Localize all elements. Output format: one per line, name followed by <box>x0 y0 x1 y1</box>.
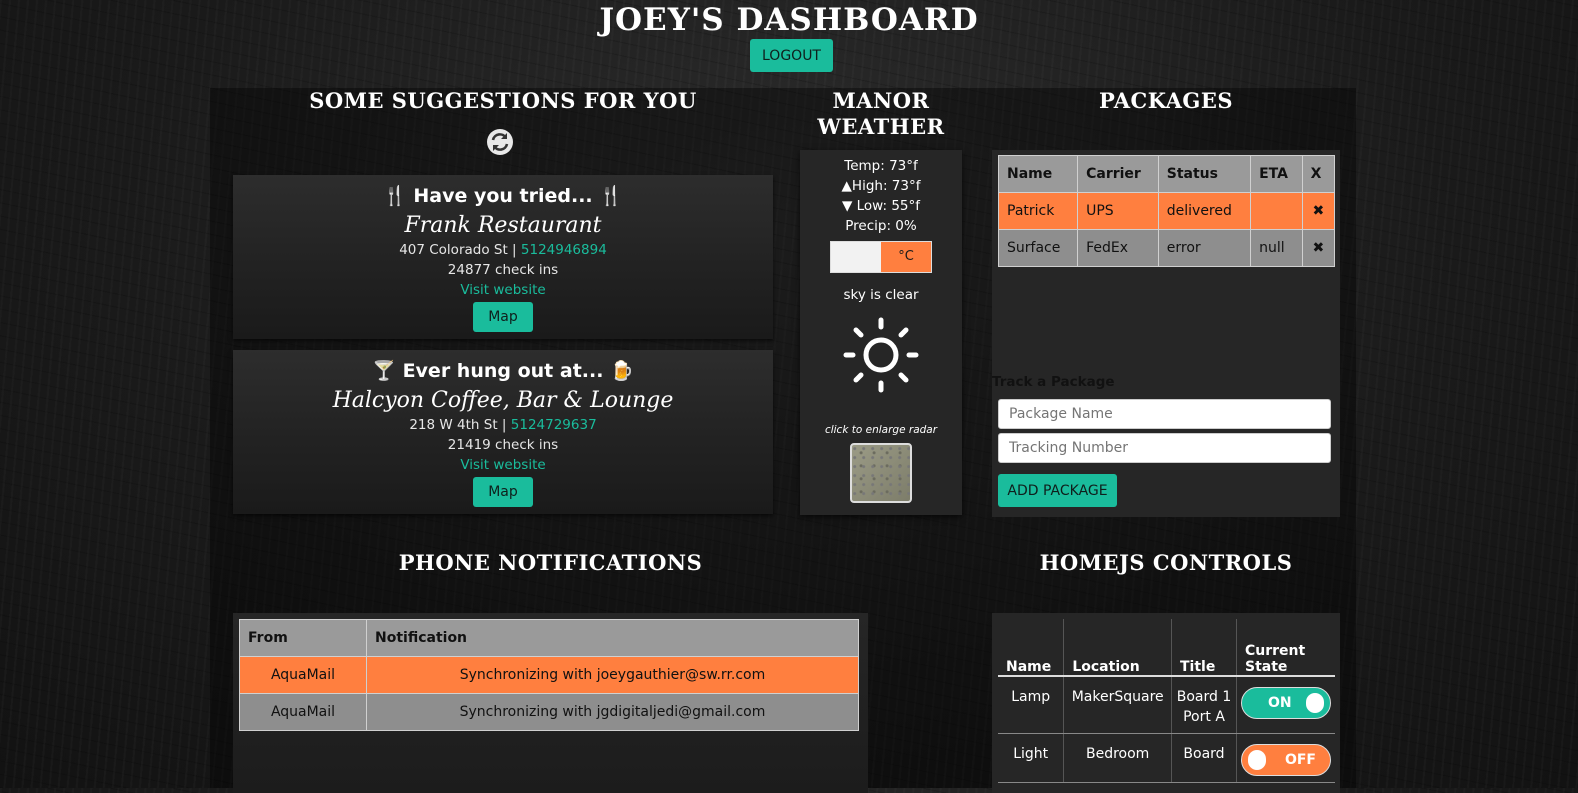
weather-temp: Temp: 73°f <box>844 158 918 174</box>
suggestion-prompt: 🍸 Ever hung out at... 🍺 <box>372 360 634 382</box>
refresh-icon[interactable] <box>486 128 514 156</box>
suggestion-card: 🍴 Have you tried... 🍴 Frank Restaurant 4… <box>233 175 773 339</box>
weather-precip: Precip: 0% <box>845 218 917 234</box>
device-toggle[interactable]: ON <box>1241 687 1331 719</box>
notifications-heading: PHONE NOTIFICATIONS <box>398 550 703 575</box>
logout-button[interactable]: LOGOUT <box>750 39 833 72</box>
place-name: Frank Restaurant <box>404 213 602 238</box>
device-toggle[interactable]: OFF <box>1241 744 1331 776</box>
table-row: Lamp MakerSquare Board 1 Port A ON <box>998 676 1335 734</box>
notifications-panel: From Notification AquaMail Synchronizing… <box>233 613 868 793</box>
column-header: Name <box>998 619 1065 677</box>
place-phone-link[interactable]: 5124729637 <box>511 417 597 433</box>
map-button[interactable]: Map <box>473 302 533 332</box>
suggestion-prompt: 🍴 Have you tried... 🍴 <box>383 185 623 207</box>
column-header: ETA <box>1250 155 1303 193</box>
weather-condition: sky is clear <box>843 287 919 303</box>
sun-icon <box>843 317 919 393</box>
track-package-label: Track a Package <box>992 374 1115 390</box>
package-name-input[interactable] <box>998 399 1331 429</box>
toggle-knob <box>1306 693 1324 713</box>
address-separator: | <box>507 242 521 258</box>
packages-panel: Name Carrier Status ETA X Patrick UPS de… <box>992 150 1340 517</box>
table-row: Surface FedEx error null ✖ <box>997 229 1336 267</box>
place-checkins: 21419 check ins <box>447 437 559 453</box>
table-row: Patrick UPS delivered ✖ <box>997 192 1336 230</box>
column-header: Carrier <box>1077 155 1159 193</box>
toggle-knob <box>1248 750 1266 770</box>
column-header: Location <box>1063 619 1172 677</box>
fork-knife-icon: 🍴 <box>599 185 623 207</box>
visit-website-link[interactable]: Visit website <box>460 457 545 473</box>
fork-knife-icon: 🍴 <box>383 185 407 207</box>
table-row: AquaMail Synchronizing with jgdigitaljed… <box>239 693 859 731</box>
table-header-row: Name Carrier Status ETA X <box>997 155 1336 193</box>
tracking-number-input[interactable] <box>998 433 1331 463</box>
weather-panel: Temp: 73°f ▲High: 73°f ▼ Low: 55°f Preci… <box>800 150 962 515</box>
delete-package-icon[interactable]: ✖ <box>1301 192 1336 230</box>
unit-toggle[interactable]: °C <box>830 241 932 273</box>
place-checkins: 24877 check ins <box>447 262 559 278</box>
suggestion-card: 🍸 Ever hung out at... 🍺 Halcyon Coffee, … <box>233 350 773 514</box>
column-header: X <box>1301 155 1336 193</box>
cocktail-icon: 🍸 <box>372 360 396 382</box>
radar-thumbnail[interactable] <box>850 443 912 503</box>
visit-website-link[interactable]: Visit website <box>460 282 545 298</box>
unit-toggle-label: °C <box>881 242 931 272</box>
column-header: Notification <box>366 619 859 657</box>
column-header: Current State <box>1236 619 1335 677</box>
weather-high: ▲High: 73°f <box>841 178 921 194</box>
place-address: 407 Colorado St <box>399 242 508 258</box>
delete-package-icon[interactable]: ✖ <box>1301 229 1336 267</box>
table-header-row: Name Location Title Current State <box>998 619 1335 677</box>
place-name: Halcyon Coffee, Bar & Lounge <box>332 388 674 413</box>
place-address-line: 407 Colorado St | 5124946894 <box>233 242 773 258</box>
page-title: JOEY'S DASHBOARD <box>599 2 979 38</box>
suggestions-heading: SOME SUGGESTIONS FOR YOU <box>309 88 697 113</box>
packages-heading: PACKAGES <box>1098 88 1234 113</box>
packages-table: Name Carrier Status ETA X Patrick UPS de… <box>997 155 1336 267</box>
homejs-table: Name Location Title Current State Lamp M… <box>998 619 1335 783</box>
homejs-heading: HOMEJS CONTROLS <box>1039 550 1293 575</box>
radar-caption: click to enlarge radar <box>824 424 938 436</box>
place-address: 218 W 4th St <box>409 417 498 433</box>
place-address-line: 218 W 4th St | 5124729637 <box>233 417 773 433</box>
column-header: Name <box>997 155 1079 193</box>
column-header: Status <box>1157 155 1252 193</box>
beer-icon: 🍺 <box>610 360 634 382</box>
weather-low: ▼ Low: 55°f <box>841 198 921 214</box>
weather-heading: MANOR WEATHER <box>817 88 945 139</box>
homejs-panel: Name Location Title Current State Lamp M… <box>992 613 1340 793</box>
column-header: Title <box>1171 619 1237 677</box>
notifications-table: From Notification AquaMail Synchronizing… <box>239 619 859 731</box>
address-separator: | <box>497 417 511 433</box>
table-row: Light Bedroom Board OFF <box>998 733 1335 783</box>
map-button[interactable]: Map <box>473 477 533 507</box>
table-row: AquaMail Synchronizing with joeygauthier… <box>239 656 859 694</box>
add-package-button[interactable]: ADD PACKAGE <box>998 474 1117 507</box>
place-phone-link[interactable]: 5124946894 <box>521 242 607 258</box>
table-header-row: From Notification <box>239 619 859 657</box>
column-header: From <box>239 619 367 657</box>
